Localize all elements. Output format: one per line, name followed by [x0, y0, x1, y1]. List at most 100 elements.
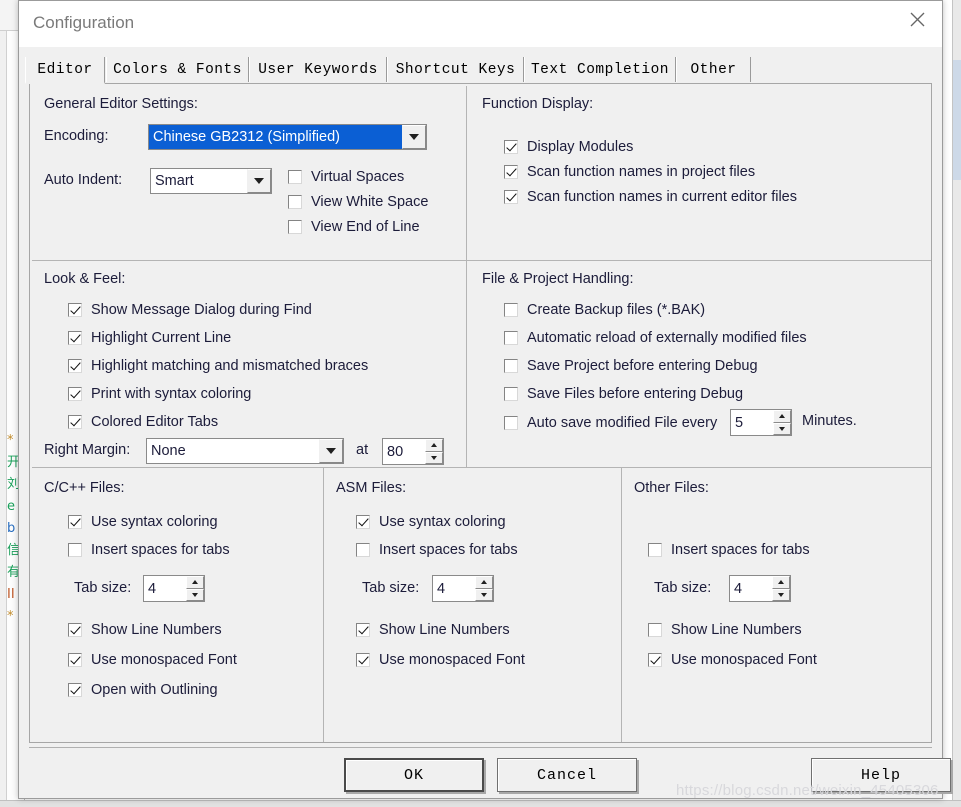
- checkbox-ccpp-show-line-numbers[interactable]: Show Line Numbers: [68, 620, 222, 640]
- checkbox-other-insert-spaces-for-tabs[interactable]: Insert spaces for tabs: [648, 540, 810, 560]
- cancel-button[interactable]: Cancel: [497, 758, 637, 792]
- checkbox-box: [648, 623, 662, 637]
- checkbox-box: [356, 543, 370, 557]
- background-scrollbar: [952, 0, 961, 807]
- auto-indent-combobox[interactable]: Smart: [150, 168, 272, 194]
- checkbox-other-use-monospaced-font[interactable]: Use monospaced Font: [648, 650, 817, 670]
- chevron-down-icon[interactable]: [402, 125, 426, 149]
- group-title-c-cpp-files: C/C++ Files:: [44, 480, 125, 496]
- checkbox-show-message-dialog-during-find[interactable]: Show Message Dialog during Find: [68, 300, 312, 320]
- checkbox-box: [68, 303, 82, 317]
- tab-text-completion[interactable]: Text Completion: [524, 57, 676, 82]
- checkbox-create-backup-files[interactable]: Create Backup files (*.BAK): [504, 300, 705, 320]
- help-button[interactable]: Help: [811, 758, 951, 792]
- group-title-other-files: Other Files:: [634, 480, 709, 496]
- checkbox-box: [504, 165, 518, 179]
- checkbox-auto-save-modified-file[interactable]: Auto save modified File every: [504, 413, 717, 433]
- dialog-button-bar: OK Cancel Help: [29, 747, 951, 795]
- checkbox-asm-show-line-numbers[interactable]: Show Line Numbers: [356, 620, 510, 640]
- checkbox-label: Highlight matching and mismatched braces: [91, 358, 369, 374]
- tab-other[interactable]: Other: [676, 57, 751, 82]
- stepper-buttons[interactable]: [186, 576, 204, 601]
- stepper-down-icon[interactable]: [475, 588, 493, 601]
- close-icon[interactable]: [894, 3, 940, 35]
- encoding-combobox[interactable]: Chinese GB2312 (Simplified): [148, 124, 427, 150]
- stepper-down-icon[interactable]: [773, 422, 791, 435]
- label-other-tab-size: Tab size:: [654, 580, 712, 596]
- checkbox-asm-use-syntax-coloring[interactable]: Use syntax coloring: [356, 512, 506, 532]
- checkbox-asm-insert-spaces-for-tabs[interactable]: Insert spaces for tabs: [356, 540, 518, 560]
- checkbox-label: Automatic reload of externally modified …: [527, 330, 807, 346]
- stepper-up-icon[interactable]: [772, 576, 790, 589]
- separator-horizontal-lower: [32, 467, 931, 468]
- checkbox-save-files-before-debug[interactable]: Save Files before entering Debug: [504, 384, 743, 404]
- stepper-up-icon[interactable]: [475, 576, 493, 589]
- stepper-buttons[interactable]: [773, 410, 791, 435]
- checkbox-box: [288, 195, 302, 209]
- background-statusbar: [0, 800, 961, 807]
- tabstrip: Editor Colors & Fonts User Keywords Shor…: [25, 57, 933, 84]
- separator-vertical-bottom-left: [323, 468, 324, 742]
- checkbox-ccpp-open-with-outlining[interactable]: Open with Outlining: [68, 680, 218, 700]
- checkbox-view-end-of-line[interactable]: View End of Line: [288, 217, 420, 237]
- checkbox-automatic-reload[interactable]: Automatic reload of externally modified …: [504, 328, 807, 348]
- tab-colors-fonts[interactable]: Colors & Fonts: [106, 57, 249, 82]
- tab-editor[interactable]: Editor: [25, 57, 105, 84]
- right-margin-combobox-value: None: [151, 443, 186, 459]
- label-at: at: [356, 442, 369, 458]
- checkbox-box: [648, 653, 662, 667]
- checkbox-save-project-before-debug[interactable]: Save Project before entering Debug: [504, 356, 758, 376]
- label-asm-tab-size: Tab size:: [362, 580, 420, 596]
- checkbox-box: [68, 683, 82, 697]
- checkbox-ccpp-insert-spaces-for-tabs[interactable]: Insert spaces for tabs: [68, 540, 230, 560]
- checkbox-box: [504, 416, 518, 430]
- checkbox-label: Save Project before entering Debug: [527, 358, 758, 374]
- stepper-buttons[interactable]: [772, 576, 790, 601]
- ccpp-tab-size-stepper[interactable]: 4: [143, 575, 205, 602]
- checkbox-display-modules[interactable]: Display Modules: [504, 137, 633, 157]
- auto-save-minutes-stepper[interactable]: 5: [730, 409, 792, 436]
- checkbox-label: Show Message Dialog during Find: [91, 302, 312, 318]
- checkbox-label: Print with syntax coloring: [91, 386, 252, 402]
- checkbox-box: [68, 387, 82, 401]
- checkbox-label: Insert spaces for tabs: [379, 542, 518, 558]
- checkbox-ccpp-use-monospaced-font[interactable]: Use monospaced Font: [68, 650, 237, 670]
- checkbox-colored-editor-tabs[interactable]: Colored Editor Tabs: [68, 412, 218, 432]
- stepper-up-icon[interactable]: [425, 439, 443, 452]
- chevron-down-icon[interactable]: [247, 169, 271, 193]
- stepper-up-icon[interactable]: [773, 410, 791, 423]
- stepper-buttons[interactable]: [475, 576, 493, 601]
- tab-user-keywords[interactable]: User Keywords: [249, 57, 387, 82]
- stepper-up-icon[interactable]: [186, 576, 204, 589]
- group-title-function-display: Function Display:: [482, 96, 594, 112]
- other-tab-size-stepper[interactable]: 4: [729, 575, 791, 602]
- encoding-combobox-value: Chinese GB2312 (Simplified): [149, 125, 402, 149]
- checkbox-view-white-space[interactable]: View White Space: [288, 192, 428, 212]
- tab-shortcut-keys[interactable]: Shortcut Keys: [387, 57, 524, 82]
- checkbox-label: Virtual Spaces: [311, 169, 405, 185]
- stepper-down-icon[interactable]: [425, 451, 443, 464]
- separator-vertical-top: [466, 86, 467, 260]
- checkbox-scan-function-names-current-editor-files[interactable]: Scan function names in current editor fi…: [504, 187, 797, 207]
- background-scrollbar-thumb: [953, 60, 961, 180]
- checkbox-scan-function-names-project-files[interactable]: Scan function names in project files: [504, 162, 755, 182]
- stepper-down-icon[interactable]: [772, 588, 790, 601]
- stepper-down-icon[interactable]: [186, 588, 204, 601]
- checkbox-label: Scan function names in current editor fi…: [527, 189, 797, 205]
- right-margin-column-stepper[interactable]: 80: [382, 438, 444, 465]
- ok-button[interactable]: OK: [344, 758, 484, 792]
- chevron-down-icon[interactable]: [319, 439, 343, 463]
- checkbox-asm-use-monospaced-font[interactable]: Use monospaced Font: [356, 650, 525, 670]
- checkbox-label: Display Modules: [527, 139, 634, 155]
- checkbox-print-with-syntax-coloring[interactable]: Print with syntax coloring: [68, 384, 251, 404]
- stepper-buttons[interactable]: [425, 439, 443, 464]
- checkbox-highlight-matching-braces[interactable]: Highlight matching and mismatched braces: [68, 356, 368, 376]
- checkbox-other-show-line-numbers[interactable]: Show Line Numbers: [648, 620, 802, 640]
- checkbox-label: Insert spaces for tabs: [671, 542, 810, 558]
- checkbox-virtual-spaces[interactable]: Virtual Spaces: [288, 167, 404, 187]
- asm-tab-size-stepper[interactable]: 4: [432, 575, 494, 602]
- checkbox-ccpp-use-syntax-coloring[interactable]: Use syntax coloring: [68, 512, 218, 532]
- checkbox-highlight-current-line[interactable]: Highlight Current Line: [68, 328, 231, 348]
- right-margin-combobox[interactable]: None: [146, 438, 344, 464]
- dialog-body: Editor Colors & Fonts User Keywords Shor…: [19, 47, 951, 798]
